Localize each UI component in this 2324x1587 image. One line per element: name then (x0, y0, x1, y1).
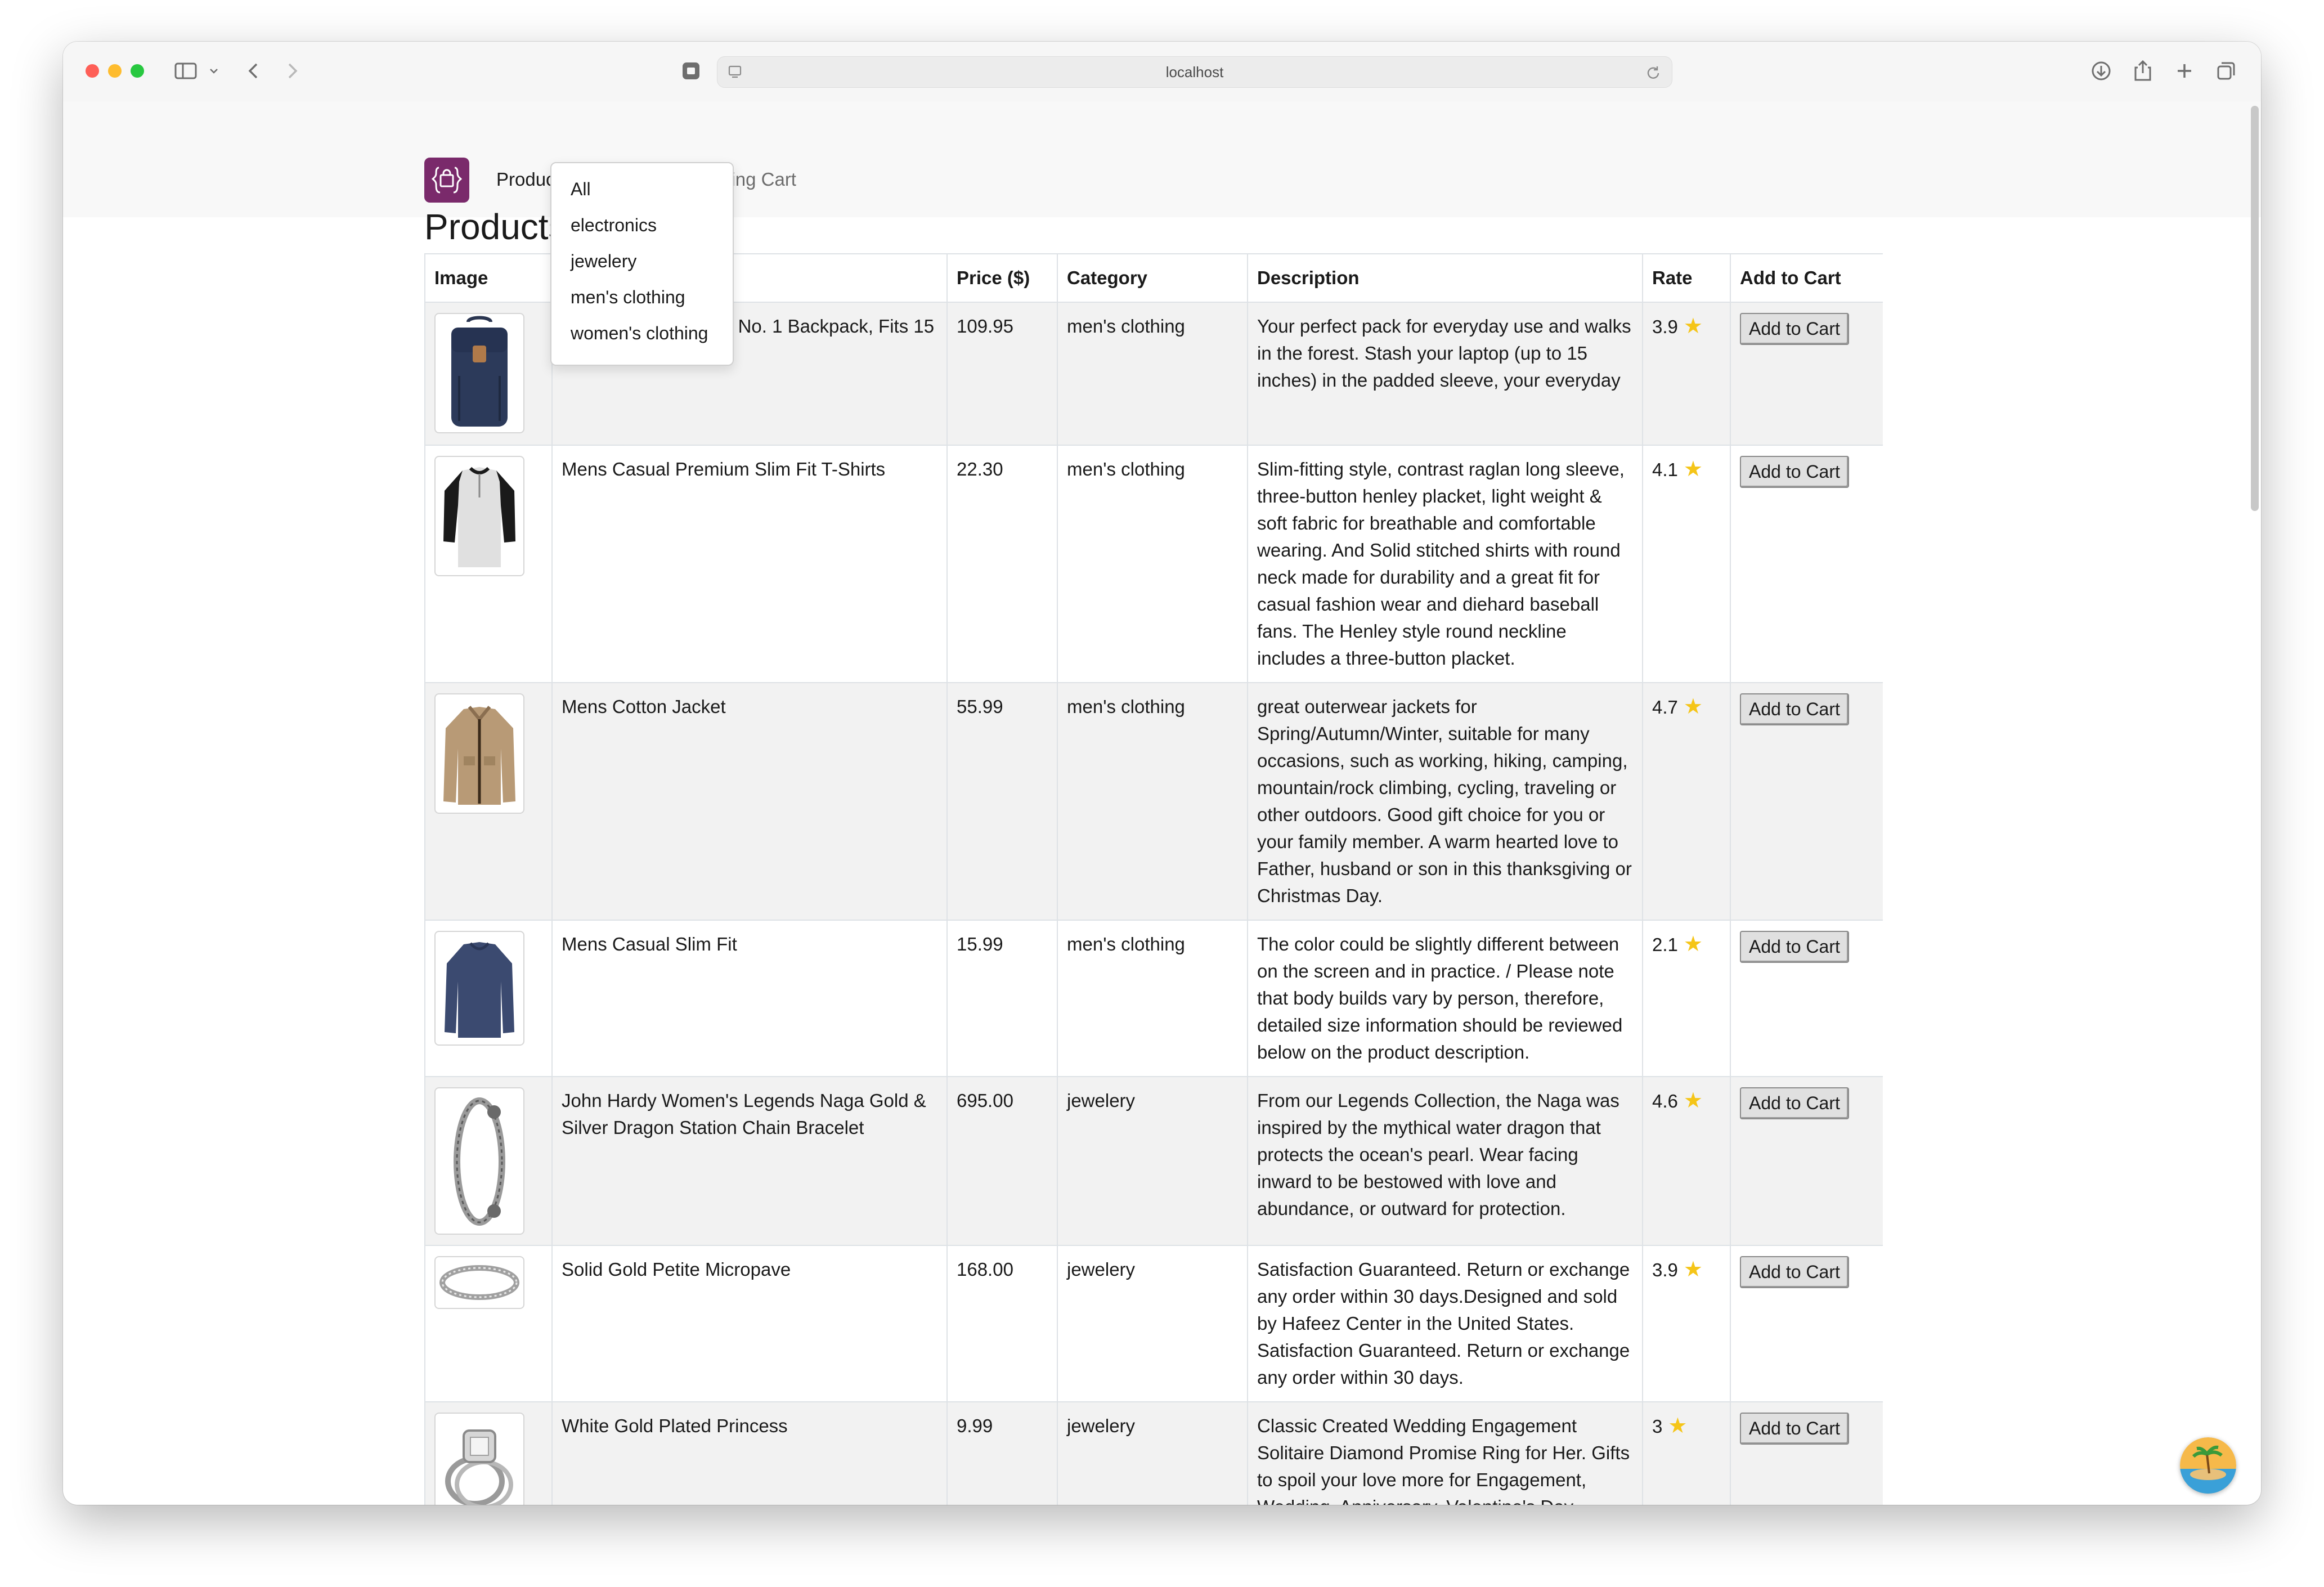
product-rate: 3 (1652, 1416, 1663, 1437)
add-to-cart-button[interactable]: Add to Cart (1740, 456, 1849, 488)
tab-overview-icon[interactable] (2214, 56, 2238, 86)
product-rate: 4.1 (1652, 459, 1678, 480)
product-title: Mens Casual Slim Fit (551, 920, 948, 1077)
star-icon: ★ (1683, 1258, 1703, 1281)
product-rate: 3.9 (1652, 316, 1678, 337)
sidebar-icon[interactable] (173, 56, 198, 86)
product-description: great outerwear jackets for Spring/Autum… (1247, 682, 1643, 921)
star-icon: ★ (1683, 315, 1703, 338)
product-description: Satisfaction Guaranteed. Return or excha… (1247, 1245, 1643, 1402)
product-price: 15.99 (946, 920, 1058, 1077)
product-rate: 4.7 (1652, 697, 1678, 718)
star-icon: ★ (1683, 695, 1703, 719)
browser-toolbar: localhost (63, 42, 2261, 102)
add-to-cart-button[interactable]: Add to Cart (1740, 1413, 1849, 1445)
product-description: From our Legends Collection, the Naga wa… (1247, 1076, 1643, 1246)
category-option-womens-clothing[interactable]: women's clothing (571, 323, 708, 344)
product-description: Slim-fitting style, contrast raglan long… (1247, 445, 1643, 683)
product-rate: 4.6 (1652, 1091, 1678, 1111)
diamond-ring-image (434, 1413, 524, 1505)
page-title: Products (424, 207, 567, 247)
share-icon[interactable] (2130, 56, 2155, 86)
star-icon: ★ (1683, 933, 1703, 956)
browser-window: localhost Product Categor (63, 42, 2261, 1505)
bracelet-image (434, 1087, 524, 1235)
category-option-mens-clothing[interactable]: men's clothing (571, 287, 685, 308)
minimize-window-button[interactable] (108, 64, 122, 78)
header-add-to-cart: Add to Cart (1730, 253, 1883, 303)
add-to-cart-button[interactable]: Add to Cart (1740, 313, 1849, 345)
product-description: Your perfect pack for everyday use and w… (1247, 302, 1643, 446)
header-category: Category (1057, 253, 1248, 303)
floating-assistant-icon[interactable] (2180, 1437, 2236, 1494)
shopping-bag-icon[interactable] (424, 158, 469, 203)
product-price: 55.99 (946, 682, 1058, 921)
product-price: 9.99 (946, 1401, 1058, 1505)
back-icon[interactable] (242, 56, 264, 86)
table-row: Mens Casual Slim Fit 15.99 men's clothin… (424, 920, 1883, 1077)
add-to-cart-button[interactable]: Add to Cart (1740, 931, 1849, 963)
category-option-all[interactable]: All (571, 179, 591, 200)
star-icon: ★ (1683, 458, 1703, 481)
product-title: Solid Gold Petite Micropave (551, 1245, 948, 1402)
product-category: men's clothing (1057, 682, 1248, 921)
reload-icon[interactable] (1645, 62, 1662, 82)
scrollbar-thumb[interactable] (2251, 106, 2259, 511)
category-dropdown-menu: All electronics jewelery men's clothing … (550, 162, 734, 366)
product-price: 109.95 (946, 302, 1058, 446)
table-row: Solid Gold Petite Micropave 168.00 jewel… (424, 1245, 1883, 1402)
product-price: 695.00 (946, 1076, 1058, 1246)
table-row: John Hardy Women's Legends Naga Gold & S… (424, 1076, 1883, 1246)
star-icon: ★ (1683, 1089, 1703, 1113)
product-rate: 3.9 (1652, 1259, 1678, 1280)
product-rate: 2.1 (1652, 934, 1678, 955)
download-icon[interactable] (2089, 56, 2114, 86)
product-title: Mens Cotton Jacket (551, 682, 948, 921)
privacy-icon[interactable] (680, 56, 702, 86)
add-to-cart-button[interactable]: Add to Cart (1740, 1256, 1849, 1288)
products-table: Image Title Price ($) Category Descripti… (424, 253, 1883, 1505)
product-title: John Hardy Women's Legends Naga Gold & S… (551, 1076, 948, 1246)
header-description: Description (1247, 253, 1643, 303)
product-price: 168.00 (946, 1245, 1058, 1402)
tshirt-image (434, 456, 524, 576)
star-icon: ★ (1668, 1414, 1688, 1438)
chevron-down-icon[interactable] (207, 56, 221, 86)
header-price: Price ($) (946, 253, 1058, 303)
product-category: men's clothing (1057, 302, 1248, 446)
product-description: Classic Created Wedding Engagement Solit… (1247, 1401, 1643, 1505)
url-text: localhost (1165, 64, 1224, 80)
product-title: White Gold Plated Princess (551, 1401, 948, 1505)
jacket-image (434, 693, 524, 814)
add-to-cart-button[interactable]: Add to Cart (1740, 1087, 1849, 1119)
product-category: jewelery (1057, 1076, 1248, 1246)
product-category: jewelery (1057, 1245, 1248, 1402)
header-rate: Rate (1642, 253, 1731, 303)
product-category: men's clothing (1057, 920, 1248, 1077)
zoom-window-button[interactable] (131, 64, 144, 78)
product-title: Mens Casual Premium Slim Fit T-Shirts (551, 445, 948, 683)
header-image: Image (424, 253, 553, 303)
backpack-image (434, 313, 524, 433)
ring-band-image (434, 1256, 524, 1309)
category-option-electronics[interactable]: electronics (571, 215, 657, 236)
longsleeve-image (434, 931, 524, 1046)
add-to-cart-button[interactable]: Add to Cart (1740, 693, 1849, 725)
table-row: Mens Cotton Jacket 55.99 men's clothing … (424, 682, 1883, 921)
product-price: 22.30 (946, 445, 1058, 683)
category-option-jewelery[interactable]: jewelery (571, 251, 636, 272)
table-row: Mens Casual Premium Slim Fit T-Shirts 22… (424, 445, 1883, 683)
product-description: The color could be slightly different be… (1247, 920, 1643, 1077)
table-row: White Gold Plated Princess 9.99 jewelery… (424, 1401, 1883, 1505)
forward-icon[interactable] (281, 56, 304, 86)
close-window-button[interactable] (86, 64, 99, 78)
product-category: jewelery (1057, 1401, 1248, 1505)
site-navbar: Product Category Shopping Cart (63, 101, 2261, 217)
new-tab-icon[interactable] (2172, 56, 2197, 86)
products-table-container: Image Title Price ($) Category Descripti… (424, 253, 1883, 1505)
address-bar[interactable]: localhost (717, 56, 1672, 88)
product-category: men's clothing (1057, 445, 1248, 683)
